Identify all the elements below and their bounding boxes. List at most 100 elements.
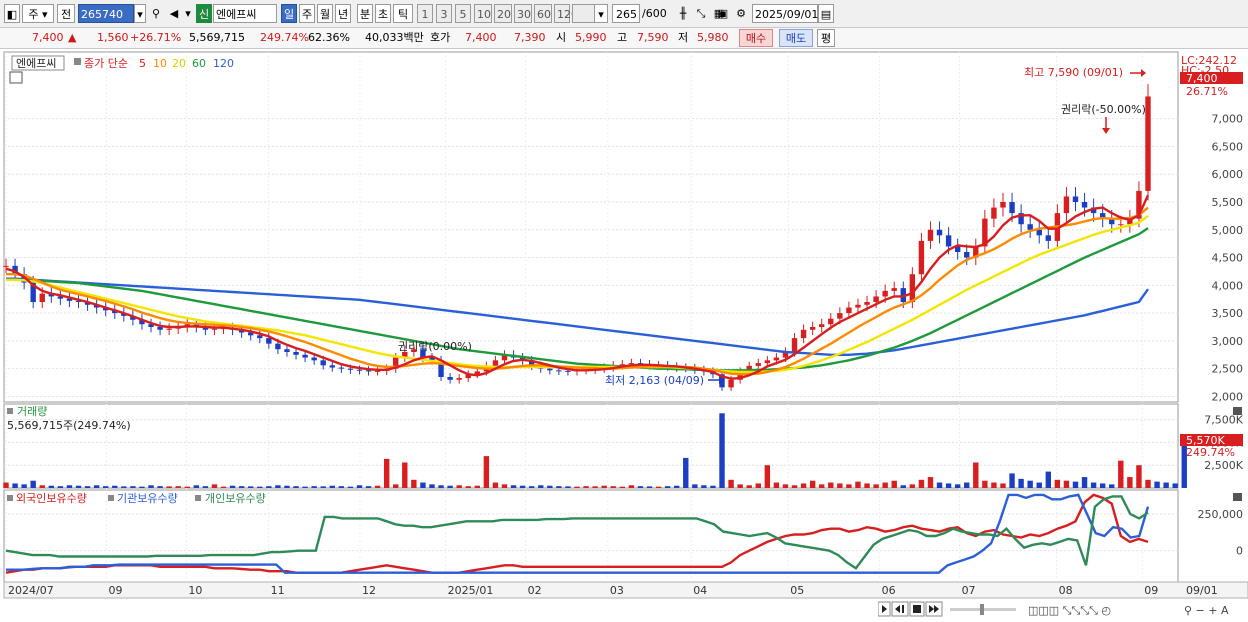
volume-bar xyxy=(365,486,372,488)
x-tick-label: 06 xyxy=(882,584,896,597)
volume-bar xyxy=(601,485,607,488)
date-input[interactable]: 2025/09/01 xyxy=(752,4,818,23)
candle-body xyxy=(991,207,997,219)
volume-current-label: 5,569,715주(249.74%) xyxy=(7,419,131,432)
volume-bar xyxy=(402,462,408,488)
holdings-toggle-inst-icon[interactable] xyxy=(108,495,114,501)
holdings-toggle-retail-icon[interactable] xyxy=(195,495,201,501)
volume-bar xyxy=(93,485,100,488)
stock-code-input[interactable]: 265740 xyxy=(78,4,134,23)
gear-icon[interactable]: ⚙ xyxy=(733,4,749,23)
volume-bar xyxy=(637,486,644,488)
volume-panel-close-icon[interactable] xyxy=(1233,407,1242,415)
period-day-button[interactable]: 일 xyxy=(281,4,297,23)
stock-name-field[interactable]: 엔에프씨 xyxy=(213,4,277,23)
holdings-panel-close-icon[interactable] xyxy=(1233,493,1242,501)
code-dropdown-icon[interactable]: ▾ xyxy=(134,4,146,23)
prev-button[interactable]: 전 xyxy=(57,4,75,23)
window-menu-icon[interactable]: ◧ xyxy=(4,4,20,23)
candle-type-icon[interactable]: ╫ xyxy=(675,4,691,23)
volume-bar xyxy=(112,485,118,488)
volume-bar xyxy=(954,484,961,488)
period-week-button[interactable]: 주 xyxy=(299,4,315,23)
buy-button[interactable]: 매수 xyxy=(739,29,773,47)
price-tick-label: 2,500 xyxy=(1212,363,1244,376)
min-20-button[interactable]: 20 xyxy=(494,4,512,23)
search-icon[interactable]: ⚲ xyxy=(148,4,164,23)
layout-icons[interactable]: ◫◫◫ ⤡⤡⤡⤡ ◴ xyxy=(1028,604,1111,617)
price-tick-label: 5,000 xyxy=(1212,224,1244,237)
volume-bar xyxy=(1136,465,1142,488)
rewind-bar-icon xyxy=(902,605,904,613)
volume-bar xyxy=(57,486,64,488)
volume-bar xyxy=(211,484,218,488)
volume-ratio: 249.74% xyxy=(260,31,309,44)
volume-bar xyxy=(819,484,825,488)
volume-bar xyxy=(710,485,716,488)
calendar-icon[interactable]: ▤ xyxy=(818,4,834,23)
rights-annotation: 권리락(-50.00%) xyxy=(1061,103,1146,116)
volume-bar xyxy=(846,484,852,488)
volume-bar xyxy=(411,479,417,488)
volume-bar xyxy=(229,485,236,488)
candle-body xyxy=(456,378,462,380)
volume-bar xyxy=(701,485,707,488)
zoom-slider-handle[interactable] xyxy=(980,604,984,615)
draw-tool-icon[interactable]: ⤡ xyxy=(693,4,709,23)
new-listing-badge: 신 xyxy=(196,4,212,23)
x-tick-label: 04 xyxy=(693,584,707,597)
volume-bar xyxy=(664,486,671,488)
retail-holdings-label: 개인보유수량 xyxy=(205,492,266,505)
volume-bar xyxy=(501,484,508,488)
ma-5-label: 5 xyxy=(139,57,146,70)
period-year-button[interactable]: 년 xyxy=(335,4,351,23)
candle-body xyxy=(809,327,816,330)
volume-bar xyxy=(882,482,888,488)
min-120-button[interactable]: 120 xyxy=(554,4,578,23)
candle-body xyxy=(882,290,888,297)
table-toggle-icon[interactable] xyxy=(9,71,23,84)
custom-interval-dropdown-icon[interactable]: ▾ xyxy=(594,4,608,23)
period-month-button[interactable]: 월 xyxy=(317,4,333,23)
min-60-button[interactable]: 60 xyxy=(534,4,552,23)
candle-body xyxy=(855,304,861,308)
chart-canvas[interactable]: 2,000 2,500 3,000 3,500 4,000 4,500 5,000 5,500… xyxy=(0,50,1248,621)
min-3-button[interactable]: 3 xyxy=(436,4,452,23)
candle-body xyxy=(547,368,553,371)
volume-bar xyxy=(184,486,190,488)
period-type-value: 주 xyxy=(28,8,39,21)
high-price: 7,590 xyxy=(637,31,669,44)
candle-body xyxy=(1118,224,1124,226)
save-icon[interactable]: ▣ xyxy=(715,4,731,23)
holdings-toggle-foreign-icon[interactable] xyxy=(7,495,13,501)
zoom-icons[interactable]: ⚲ − + A xyxy=(1184,604,1229,617)
eval-button[interactable]: 평 xyxy=(817,29,835,47)
min-10-button[interactable]: 10 xyxy=(474,4,492,23)
legend-toggle-icon[interactable] xyxy=(74,58,81,65)
period-second-button[interactable]: 초 xyxy=(375,4,391,23)
min-1-button[interactable]: 1 xyxy=(417,4,433,23)
period-tick-button[interactable]: 틱 xyxy=(393,4,413,23)
candle-body xyxy=(1081,202,1088,208)
candle-body xyxy=(1045,235,1051,241)
candle-body xyxy=(556,370,562,372)
foreign-holdings-label: 외국인보유수량 xyxy=(16,492,87,505)
speaker-dropdown-icon[interactable]: ▾ xyxy=(183,4,193,23)
count-input[interactable]: 265 xyxy=(612,4,640,23)
volume-bar xyxy=(837,483,843,488)
price-tick-label: 4,500 xyxy=(1212,252,1244,265)
period-minute-button[interactable]: 분 xyxy=(357,4,373,23)
volume-bar xyxy=(1018,478,1024,488)
period-type-select[interactable]: 주 ▾ xyxy=(22,4,54,23)
volume-legend-toggle-icon[interactable] xyxy=(7,408,13,414)
min-5-button[interactable]: 5 xyxy=(455,4,471,23)
speaker-icon[interactable]: ◀ xyxy=(166,4,182,23)
sell-button[interactable]: 매도 xyxy=(779,29,813,47)
min-30-button[interactable]: 30 xyxy=(514,4,532,23)
candle-body xyxy=(565,370,571,372)
volume-bar xyxy=(674,485,680,488)
current-price-tag-text: 7,400 xyxy=(1186,72,1218,85)
volume-bar xyxy=(3,482,9,488)
volume-bar xyxy=(66,485,73,488)
volume-bar xyxy=(1163,482,1169,488)
